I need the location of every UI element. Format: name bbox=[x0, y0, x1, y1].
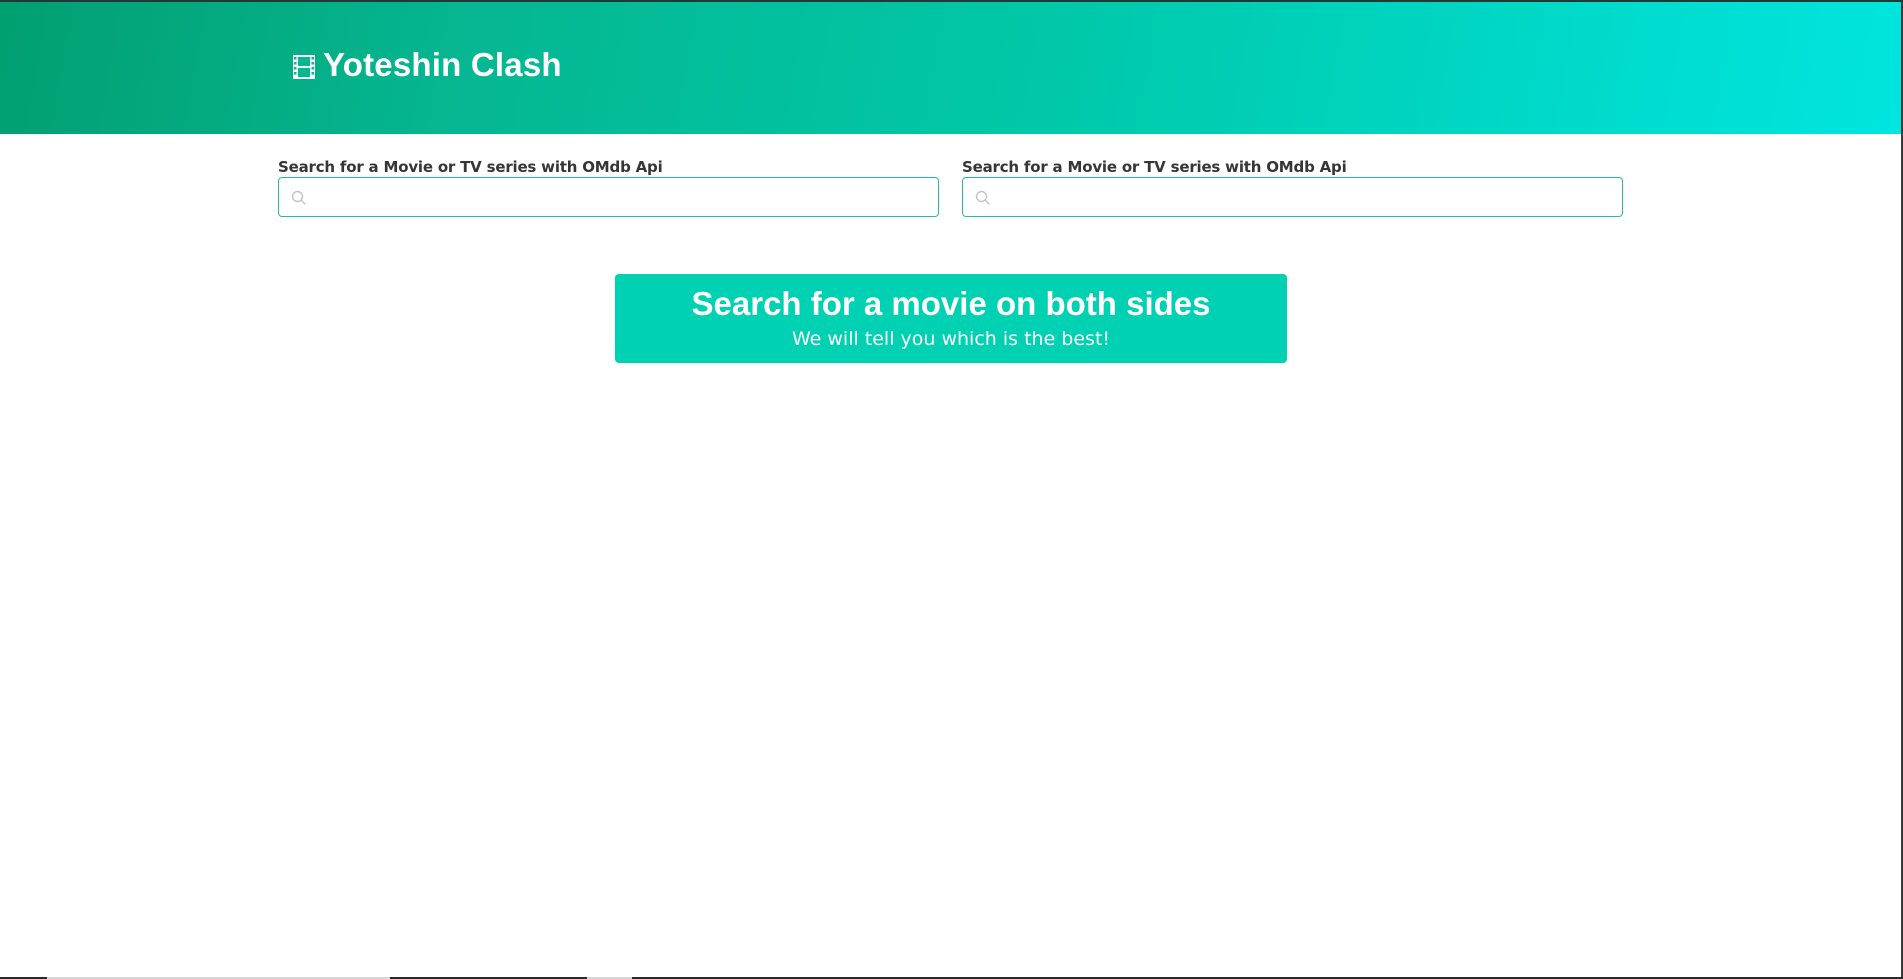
brand: Yoteshin Clash bbox=[290, 46, 562, 84]
notification-subtitle: We will tell you which is the best! bbox=[791, 328, 1111, 350]
left-search-input[interactable] bbox=[279, 178, 938, 216]
hero-header: Yoteshin Clash bbox=[0, 2, 1901, 134]
right-search-label: Search for a Movie or TV series with OMd… bbox=[962, 158, 1347, 176]
left-search-label: Search for a Movie or TV series with OMd… bbox=[278, 158, 663, 176]
search-tutorial-notification: Search for a movie on both sides We will… bbox=[615, 274, 1287, 363]
right-search-input[interactable] bbox=[963, 178, 1622, 216]
right-search-box[interactable] bbox=[962, 177, 1623, 217]
notification-title: Search for a movie on both sides bbox=[691, 285, 1211, 322]
right-search: Search for a Movie or TV series with OMd… bbox=[962, 157, 1623, 217]
film-icon bbox=[290, 51, 318, 79]
app-page: Yoteshin Clash Search for a Movie or TV … bbox=[0, 0, 1903, 979]
left-search-box[interactable] bbox=[278, 177, 939, 217]
left-search: Search for a Movie or TV series with OMd… bbox=[278, 157, 939, 217]
app-title: Yoteshin Clash bbox=[323, 46, 562, 83]
